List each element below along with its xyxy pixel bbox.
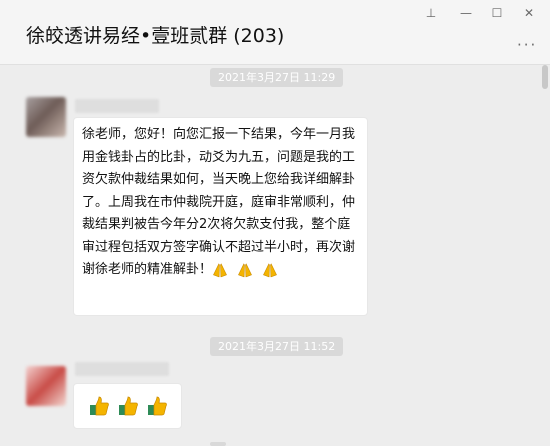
avatar[interactable] [26,97,66,137]
timestamp: 2021年3月27日 11:52 [210,337,344,356]
pray-emoji-icon [237,262,253,278]
thumbs-up-emoji-icon [90,396,109,416]
timestamp: 2021年3月27日 11:29 [210,68,344,87]
message-bubble[interactable]: 徐老师，您好！向您汇报一下结果，今年一月我用金钱卦占的比卦，动爻为九五，问题是我… [73,117,368,316]
title-bar: 徐皎透讲易经•壹班贰群 (203) ⊥ — ☐ ✕ ··· [0,0,550,65]
thumbs-up-emoji-icon [119,396,138,416]
message-bubble[interactable] [73,383,182,429]
sender-name [75,362,169,376]
close-button[interactable]: ✕ [518,4,540,22]
scrollbar[interactable] [542,65,548,89]
sender-name [75,99,159,113]
timestamp-partial [210,442,226,446]
minimize-button[interactable]: — [455,4,477,22]
chat-title: 徐皎透讲易经•壹班贰群 (203) [26,25,285,47]
thumbs-up-emoji-icon [148,396,167,416]
message-text: 徐老师，您好！向您汇报一下结果，今年一月我用金钱卦占的比卦，动爻为九五，问题是我… [82,127,356,278]
pray-emoji-icon [262,262,278,278]
pray-emoji-icon [212,262,228,278]
emoji-row [88,395,168,417]
maximize-button[interactable]: ☐ [486,4,508,22]
pin-icon[interactable]: ⊥ [420,4,442,22]
avatar[interactable] [26,366,66,406]
more-options-button[interactable]: ··· [517,38,539,53]
